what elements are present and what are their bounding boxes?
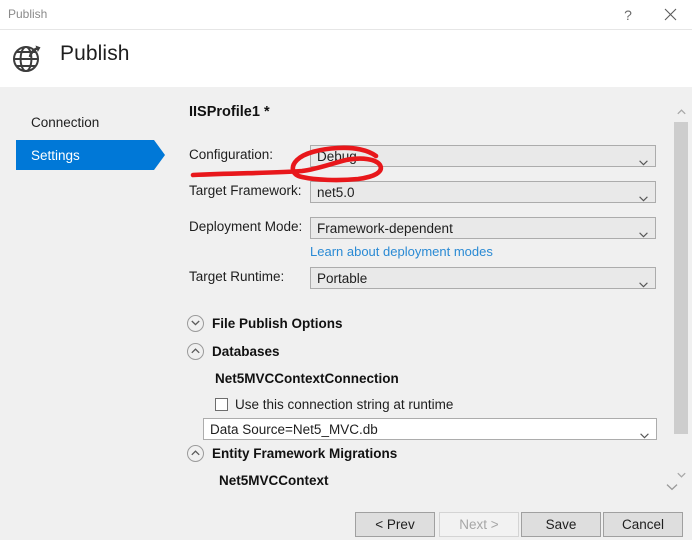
page-title: Publish <box>60 42 130 65</box>
sidebar: Connection Settings <box>0 87 175 500</box>
chevron-down-icon <box>639 189 648 202</box>
field-label: Target Framework: <box>189 183 302 198</box>
sidebar-item-label: Connection <box>31 114 100 130</box>
chevron-down-icon <box>187 314 204 332</box>
field-configuration: Configuration: Debug <box>189 145 659 167</box>
cancel-button[interactable]: Cancel <box>603 512 683 537</box>
configuration-value: Debug <box>317 148 357 164</box>
section-entity-framework-migrations[interactable]: Entity Framework Migrations <box>187 443 397 463</box>
field-target-framework: Target Framework: net5.0 <box>189 181 659 203</box>
chevron-up-icon <box>187 444 204 462</box>
use-connection-string-label: Use this connection string at runtime <box>235 397 454 412</box>
target-framework-dropdown[interactable]: net5.0 <box>310 181 656 203</box>
target-runtime-dropdown[interactable]: Portable <box>310 267 656 289</box>
title-bar: Publish ? <box>0 0 692 30</box>
sidebar-item-connection[interactable]: Connection <box>16 107 154 137</box>
deployment-mode-value: Framework-dependent <box>317 220 453 236</box>
field-label: Target Runtime: <box>189 269 285 284</box>
dialog-footer: < Prev Next > Save Cancel <box>0 500 692 540</box>
chevron-down-icon <box>639 225 648 238</box>
vertical-scrollbar[interactable] <box>673 104 689 482</box>
deployment-mode-dropdown[interactable]: Framework-dependent <box>310 217 656 239</box>
field-target-runtime: Target Runtime: Portable <box>189 267 659 289</box>
profile-name: IISProfile1 * <box>189 104 270 120</box>
help-icon: ? <box>624 6 632 23</box>
section-label: Databases <box>212 343 280 359</box>
window-title: Publish <box>8 7 48 21</box>
target-framework-value: net5.0 <box>317 184 355 200</box>
sidebar-item-label: Settings <box>31 147 80 163</box>
section-file-publish-options[interactable]: File Publish Options <box>187 313 343 333</box>
target-runtime-value: Portable <box>317 270 368 286</box>
field-deployment-mode: Deployment Mode: Framework-dependent <box>189 217 659 239</box>
prev-button[interactable]: < Prev <box>355 512 435 537</box>
close-button[interactable] <box>652 0 688 29</box>
section-databases[interactable]: Databases <box>187 341 280 361</box>
configuration-dropdown[interactable]: Debug <box>310 145 656 167</box>
help-button[interactable]: ? <box>610 0 646 29</box>
use-connection-string-checkbox[interactable] <box>215 398 228 411</box>
field-label: Deployment Mode: <box>189 219 303 234</box>
field-label: Configuration: <box>189 147 274 162</box>
database-connection-name: Net5MVCContextConnection <box>215 371 399 386</box>
section-label: Entity Framework Migrations <box>212 445 398 461</box>
next-button: Next > <box>439 512 519 537</box>
scroll-down-arrow-icon[interactable] <box>673 467 689 482</box>
close-icon <box>664 8 677 21</box>
save-button[interactable]: Save <box>521 512 601 537</box>
dialog-header: Publish <box>0 30 692 87</box>
scrollbar-thumb[interactable] <box>674 122 688 434</box>
chevron-down-icon <box>639 153 648 166</box>
publish-dialog: Publish ? Publish Connection Settings II… <box>0 0 692 540</box>
chevron-down-icon <box>640 426 649 439</box>
connection-string-value: Data Source=Net5_MVC.db <box>210 421 378 437</box>
chevron-down-icon <box>639 275 648 288</box>
deployment-modes-link[interactable]: Learn about deployment modes <box>310 244 493 259</box>
sidebar-item-settings[interactable]: Settings <box>16 140 154 170</box>
connection-string-dropdown[interactable]: Data Source=Net5_MVC.db <box>203 418 657 440</box>
sidebar-selection-pointer <box>154 140 165 170</box>
dialog-body: Connection Settings IISProfile1 * Config… <box>0 87 692 500</box>
use-connection-string-checkbox-row[interactable]: Use this connection string at runtime <box>215 397 453 412</box>
section-label: File Publish Options <box>212 315 343 331</box>
scroll-up-arrow-icon[interactable] <box>673 104 689 119</box>
settings-panel: IISProfile1 * Configuration: Debug Targe… <box>175 87 692 500</box>
globe-publish-icon <box>10 40 46 76</box>
chevron-up-icon <box>187 342 204 360</box>
migration-context-name: Net5MVCContext <box>219 473 329 488</box>
